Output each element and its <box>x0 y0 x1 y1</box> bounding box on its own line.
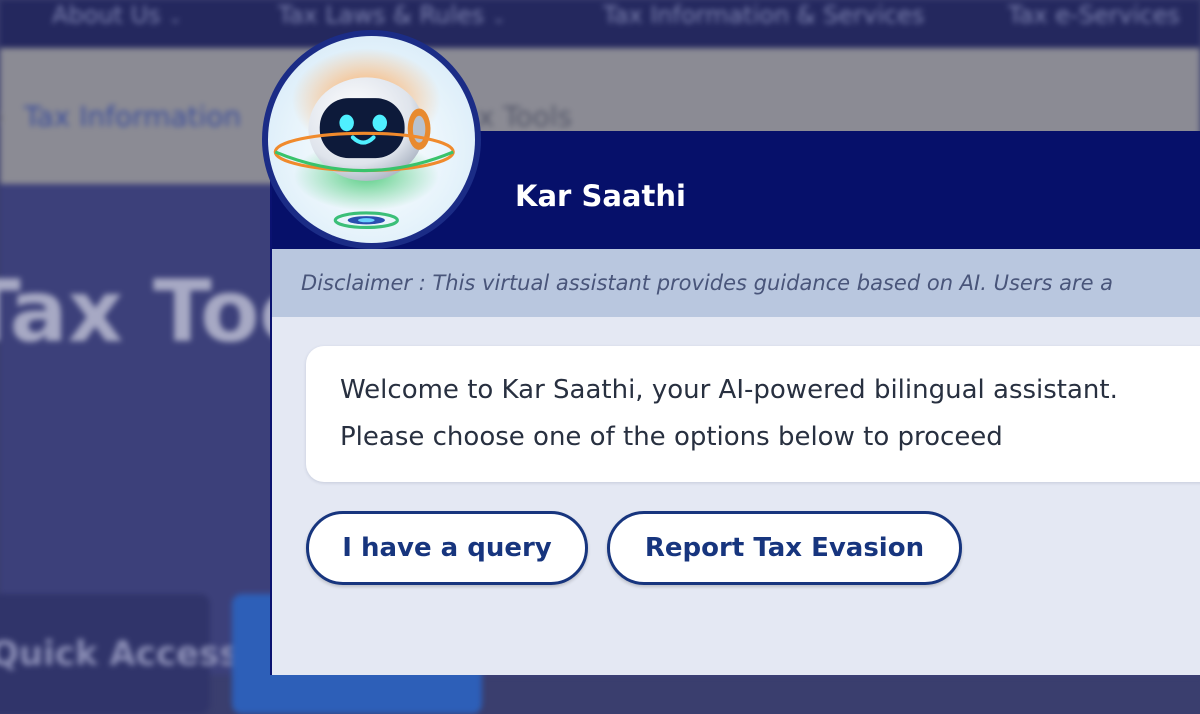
breadcrumb-separator-icon: › <box>0 100 5 133</box>
disclaimer-banner: Disclaimer : This virtual assistant prov… <box>272 249 1200 317</box>
nav-item-tax-information-services[interactable]: Tax Information & Services <box>603 0 924 30</box>
disclaimer-text: Disclaimer : This virtual assistant prov… <box>301 271 1114 295</box>
chevron-down-icon: ⌄ <box>168 8 183 27</box>
chat-title: Kar Saathi <box>515 179 686 213</box>
report-tax-evasion-button[interactable]: Report Tax Evasion <box>607 511 962 585</box>
robot-icon <box>273 48 455 230</box>
quick-access-label: Quick Access <box>0 634 240 674</box>
i-have-a-query-button[interactable]: I have a query <box>306 511 588 585</box>
welcome-message-line: Welcome to Kar Saathi, your AI-powered b… <box>340 375 1118 405</box>
nav-item-tax-e-services[interactable]: Tax e-Services <box>1008 0 1180 30</box>
nav-item-tax-laws-rules[interactable]: Tax Laws & Rules ⌄ <box>278 0 506 33</box>
bot-avatar <box>262 30 481 249</box>
nav-item-about-us[interactable]: About Us ⌄ <box>52 0 182 33</box>
bot-message-bubble: Welcome to Kar Saathi, your AI-powered b… <box>306 346 1200 482</box>
quick-access-card[interactable]: Quick Access <box>0 594 240 714</box>
chevron-down-icon: ⌄ <box>492 8 506 27</box>
top-navigation-bar: About Us ⌄ Tax Laws & Rules ⌄ Tax Informat… <box>0 0 1200 48</box>
breadcrumb-link-tax-information[interactable]: Tax Information <box>24 100 241 133</box>
welcome-message-line: Please choose one of the options below t… <box>340 422 1003 452</box>
